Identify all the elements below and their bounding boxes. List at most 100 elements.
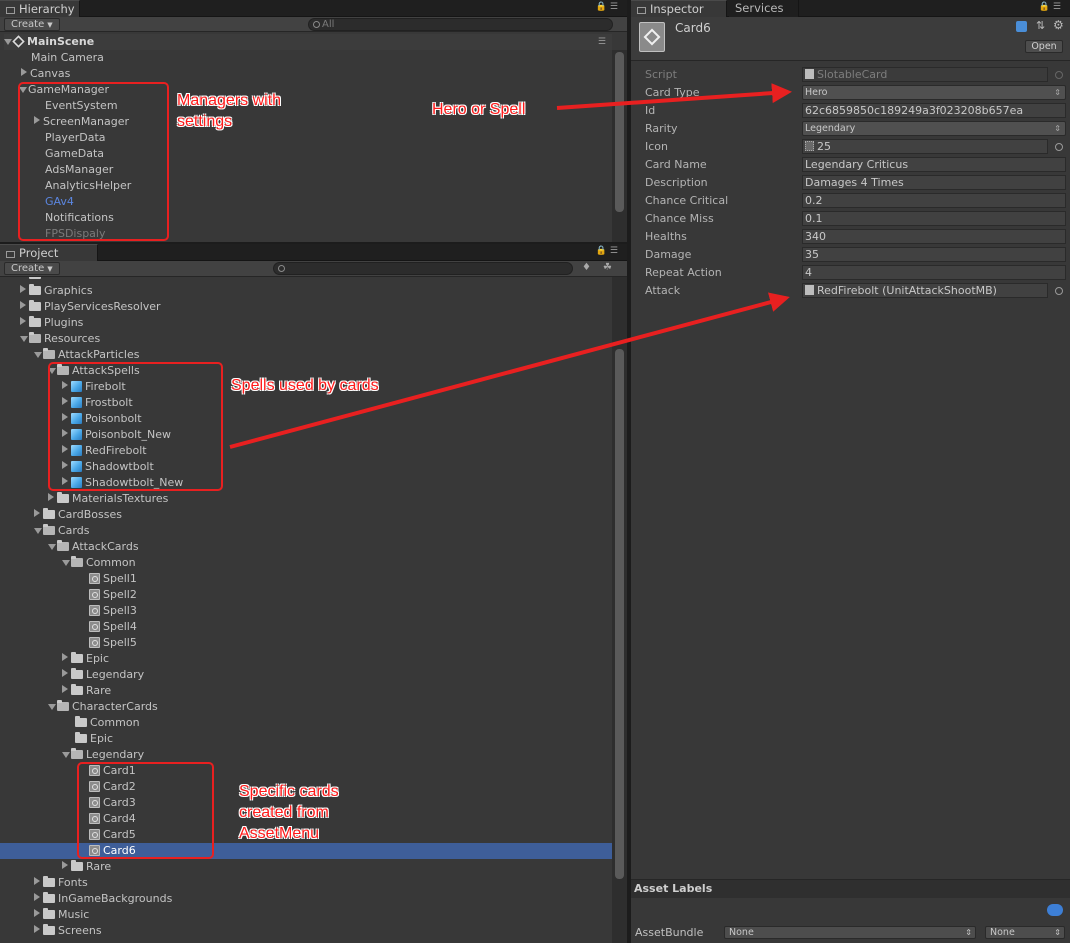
collapse-arrow-icon[interactable] [34,925,40,933]
asset-row[interactable]: Spell2 [89,587,137,603]
scene-menu-icon[interactable]: ☰ [598,34,606,50]
collapse-arrow-icon[interactable] [21,68,27,76]
collapse-arrow-icon[interactable] [20,317,26,325]
folder-row[interactable]: Epic [75,731,113,747]
folder-row[interactable]: CharacterCards [48,699,158,715]
folder-row[interactable]: Plugins [20,315,83,331]
expand-arrow-icon[interactable] [34,528,42,534]
folder-label: AttackCards [72,540,139,553]
asset-row[interactable]: Spell4 [89,619,137,635]
script-field[interactable]: SlotableCard [802,67,1048,82]
create-button[interactable]: Create ▼ [4,18,60,31]
object-picker-icon[interactable] [1055,287,1063,295]
collapse-arrow-icon[interactable] [34,893,40,901]
asset-bundle-dropdown[interactable]: None ⇕ [724,926,976,939]
folder-row[interactable]: Cards [34,523,89,539]
tab-inspector[interactable]: Inspector [631,0,727,17]
scene-row[interactable]: MainScene ☰ [4,34,612,50]
card-type-dropdown[interactable]: Hero ⇕ [802,85,1066,100]
folder-row[interactable]: Screens [34,923,102,939]
object-header: Card6 ⇅ ⚙ Open [631,17,1070,61]
asset-row[interactable]: Spell1 [89,571,137,587]
label-tag-icon[interactable] [1047,904,1063,916]
folder-row[interactable]: CardBosses [34,507,122,523]
tab-services[interactable]: Services [729,0,799,17]
collapse-arrow-icon[interactable] [34,877,40,885]
lock-menu-icons[interactable]: 🔒☰ [596,246,621,256]
folder-icon [71,684,83,695]
script-file-icon [805,69,814,79]
expand-arrow-icon[interactable] [62,560,70,566]
open-button[interactable]: Open [1025,40,1063,53]
collapse-arrow-icon[interactable] [62,669,68,677]
folder-row[interactable]: MaterialsTextures [48,491,168,507]
expand-arrow-icon[interactable] [34,352,42,358]
object-picker-icon[interactable] [1055,143,1063,151]
rarity-dropdown[interactable]: Legendary ⇕ [802,121,1066,136]
filter-by-label-icon[interactable]: ☘ [603,262,612,273]
chance-miss-field[interactable]: 0.1 [802,211,1066,226]
folder-row[interactable]: Common [75,715,140,731]
collapse-arrow-icon[interactable] [62,653,68,661]
object-picker-icon[interactable] [1055,71,1063,79]
folder-row[interactable]: Rare [62,683,111,699]
hier-item[interactable]: Main Camera [31,50,104,66]
folder-row[interactable]: AttackParticles [34,347,140,363]
folder-row[interactable]: Legendary [62,667,144,683]
lock-menu-icons[interactable]: 🔒☰ [596,2,621,12]
expand-arrow-icon[interactable] [48,544,56,550]
filter-by-type-icon[interactable]: ♦ [582,262,591,273]
scroll-thumb[interactable] [615,349,624,879]
collapse-arrow-icon[interactable] [62,685,68,693]
hier-label: Canvas [30,67,71,80]
project-scrollbar[interactable] [612,277,627,943]
chance-critical-field[interactable]: 0.2 [802,193,1066,208]
collapse-arrow-icon[interactable] [20,285,26,293]
lock-menu-icons[interactable]: 🔒☰ [1039,2,1064,12]
folder-row[interactable]: Graphics [20,283,93,299]
hier-item[interactable]: Canvas [21,66,70,82]
description-field[interactable]: Damages 4 Times [802,175,1066,190]
collapse-arrow-icon[interactable] [48,493,54,501]
attack-field[interactable]: RedFirebolt (UnitAttackShootMB) [802,283,1048,298]
healths-field[interactable]: 340 [802,229,1066,244]
collapse-arrow-icon[interactable] [34,909,40,917]
tab-project[interactable]: Project [0,244,98,261]
create-button[interactable]: Create ▼ [4,262,60,275]
folder-row[interactable]: Music [34,907,89,923]
project-search-input[interactable] [273,262,573,275]
damage-field[interactable]: 35 [802,247,1066,262]
icon-field[interactable]: 25 [802,139,1048,154]
folder-row[interactable]: Common [62,555,136,571]
folder-row[interactable]: Rare [62,859,111,875]
collapse-arrow-icon[interactable] [20,301,26,309]
folder-row[interactable]: InGameBackgrounds [34,891,172,907]
folder-open-icon [71,748,83,759]
repeat-action-field[interactable]: 4 [802,265,1066,280]
tab-hierarchy[interactable]: Hierarchy [0,0,80,17]
help-icon[interactable] [1016,21,1027,32]
expand-arrow-icon[interactable] [48,704,56,710]
scroll-thumb[interactable] [615,52,624,212]
asset-variant-dropdown[interactable]: None ⇕ [985,926,1065,939]
folder-row[interactable]: Fonts [34,875,88,891]
id-field[interactable]: 62c6859850c189249a3f023208b657ea [802,103,1066,118]
expand-arrow-icon[interactable] [4,39,12,45]
gear-icon[interactable]: ⚙ [1053,18,1064,32]
folder-row[interactable]: Legendary [62,747,144,763]
folder-row[interactable]: PlayServicesResolver [20,299,161,315]
hierarchy-search-input[interactable]: All [308,18,613,31]
card-name-field[interactable]: Legendary Criticus [802,157,1066,172]
asset-row[interactable]: Spell5 [89,635,137,651]
collapse-arrow-icon[interactable] [62,861,68,869]
expand-arrow-icon[interactable] [20,336,28,342]
presets-icon[interactable]: ⇅ [1036,19,1045,32]
expand-arrow-icon[interactable] [62,752,70,758]
folder-label: Rare [86,860,112,873]
folder-row[interactable]: AttackCards [48,539,139,555]
folder-row[interactable]: Resources [20,331,100,347]
hierarchy-scrollbar[interactable] [612,50,627,242]
folder-row[interactable]: Epic [62,651,109,667]
collapse-arrow-icon[interactable] [34,509,40,517]
asset-row[interactable]: Spell3 [89,603,137,619]
